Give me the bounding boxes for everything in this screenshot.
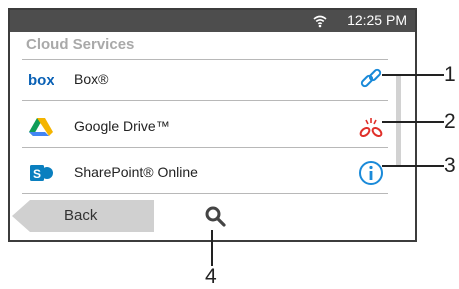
google-drive-logo-icon bbox=[29, 118, 53, 136]
info-icon[interactable] bbox=[358, 160, 384, 186]
callout-line-3 bbox=[382, 165, 444, 167]
service-label-google-drive: Google Drive™ bbox=[74, 118, 170, 134]
callout-label-4: 4 bbox=[205, 265, 217, 288]
sharepoint-logo-icon: S bbox=[30, 165, 53, 181]
callout-label-1: 1 bbox=[444, 63, 456, 86]
search-icon[interactable] bbox=[204, 205, 228, 229]
svg-text:box: box bbox=[28, 72, 54, 89]
callout-label-2: 2 bbox=[444, 110, 456, 133]
svg-text:S: S bbox=[33, 167, 41, 181]
back-button-label: Back bbox=[64, 207, 98, 224]
service-label-box: Box® bbox=[74, 71, 109, 87]
box-logo-icon: box bbox=[28, 72, 54, 89]
service-row-google-drive[interactable]: Google Drive™ bbox=[22, 107, 388, 148]
back-button[interactable]: Back bbox=[12, 200, 154, 232]
link-icon[interactable] bbox=[358, 67, 384, 93]
broken-link-icon[interactable] bbox=[358, 114, 384, 140]
callout-line-4 bbox=[211, 230, 213, 266]
callout-line-1 bbox=[382, 74, 444, 76]
service-row-box[interactable]: box Box® bbox=[22, 59, 388, 101]
status-bar: 12:25 PM bbox=[10, 10, 415, 32]
wifi-icon bbox=[313, 15, 327, 28]
service-label-sharepoint: SharePoint® Online bbox=[74, 164, 198, 180]
printer-screen: 12:25 PM Cloud Services box Box® Google … bbox=[8, 8, 417, 242]
callout-label-3: 3 bbox=[444, 154, 456, 177]
status-time: 12:25 PM bbox=[347, 12, 407, 28]
page-title: Cloud Services bbox=[26, 36, 135, 53]
callout-line-2 bbox=[382, 121, 444, 123]
service-row-sharepoint[interactable]: S SharePoint® Online bbox=[22, 153, 388, 194]
